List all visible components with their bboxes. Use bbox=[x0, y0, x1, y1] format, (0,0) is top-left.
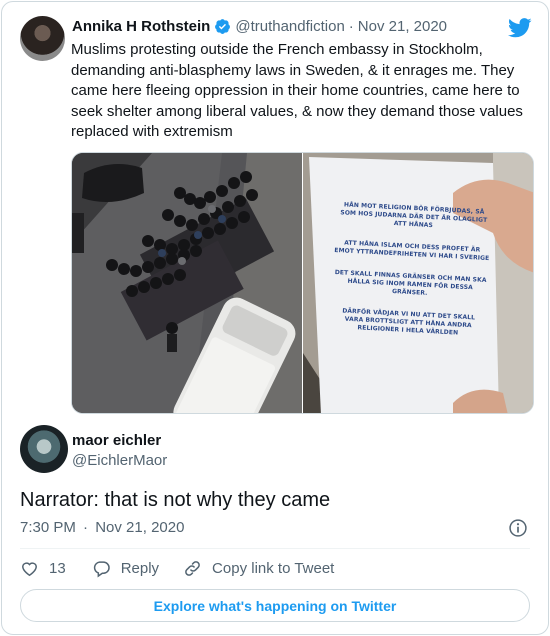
reply-author-handle[interactable]: @EichlerMaor bbox=[72, 452, 167, 469]
reply-icon bbox=[93, 561, 110, 578]
reply-author-name[interactable]: maor eichler bbox=[72, 432, 161, 449]
embedded-tweet-card: Annika H Rothstein @truthandfiction · No… bbox=[1, 1, 549, 635]
reply-tweet-text: Narrator: that is not why they came bbox=[20, 489, 331, 511]
quoted-author-handle[interactable]: @truthandfiction bbox=[235, 18, 344, 35]
quoted-author-name[interactable]: Annika H Rothstein bbox=[72, 18, 210, 35]
explore-twitter-button[interactable]: Explore what's happening on Twitter bbox=[20, 589, 530, 622]
reply-button[interactable]: Reply bbox=[92, 559, 159, 578]
like-count: 13 bbox=[49, 560, 66, 577]
actions-divider bbox=[20, 548, 530, 549]
reply-meta-separator: · bbox=[83, 519, 89, 536]
quoted-tweet-header: Annika H Rothstein @truthandfiction · No… bbox=[72, 18, 447, 35]
verified-badge-icon bbox=[215, 19, 231, 34]
media-photo-sign[interactable]: HÅN MOT RELIGION BÖR FÖRBJUDAS, SÅ SOM H… bbox=[302, 153, 533, 413]
reply-author-avatar[interactable] bbox=[20, 425, 68, 473]
like-button[interactable]: 13 bbox=[20, 559, 66, 578]
media-photo-street[interactable] bbox=[72, 153, 302, 413]
quoted-tweet-date[interactable]: Nov 21, 2020 bbox=[358, 18, 447, 35]
street-scene-illustration bbox=[72, 153, 302, 413]
quoted-header-separator: · bbox=[348, 18, 354, 35]
heart-icon bbox=[22, 562, 37, 577]
reply-date: Nov 21, 2020 bbox=[95, 519, 185, 536]
sign-text-block: HÅN MOT RELIGION BÖR FÖRBJUDAS, SÅ SOM H… bbox=[317, 200, 504, 339]
quoted-tweet-text: Muslims protesting outside the French em… bbox=[71, 41, 523, 140]
reply-time: 7:30 PM bbox=[20, 519, 76, 536]
twitter-bird-icon[interactable] bbox=[508, 18, 532, 38]
quoted-author-avatar[interactable] bbox=[20, 16, 65, 61]
reply-label: Reply bbox=[120, 560, 160, 577]
copy-link-label: Copy link to Tweet bbox=[212, 560, 335, 577]
info-icon[interactable] bbox=[508, 518, 528, 538]
tweet-media-grid[interactable]: HÅN MOT RELIGION BÖR FÖRBJUDAS, SÅ SOM H… bbox=[71, 152, 534, 414]
tweet-actions-bar: 13 Reply Copy link to Tweet bbox=[20, 559, 334, 578]
copy-link-button[interactable]: Copy link to Tweet bbox=[183, 559, 334, 578]
link-icon bbox=[185, 561, 200, 576]
reply-tweet-timestamp[interactable]: 7:30 PM · Nov 21, 2020 bbox=[20, 519, 184, 536]
